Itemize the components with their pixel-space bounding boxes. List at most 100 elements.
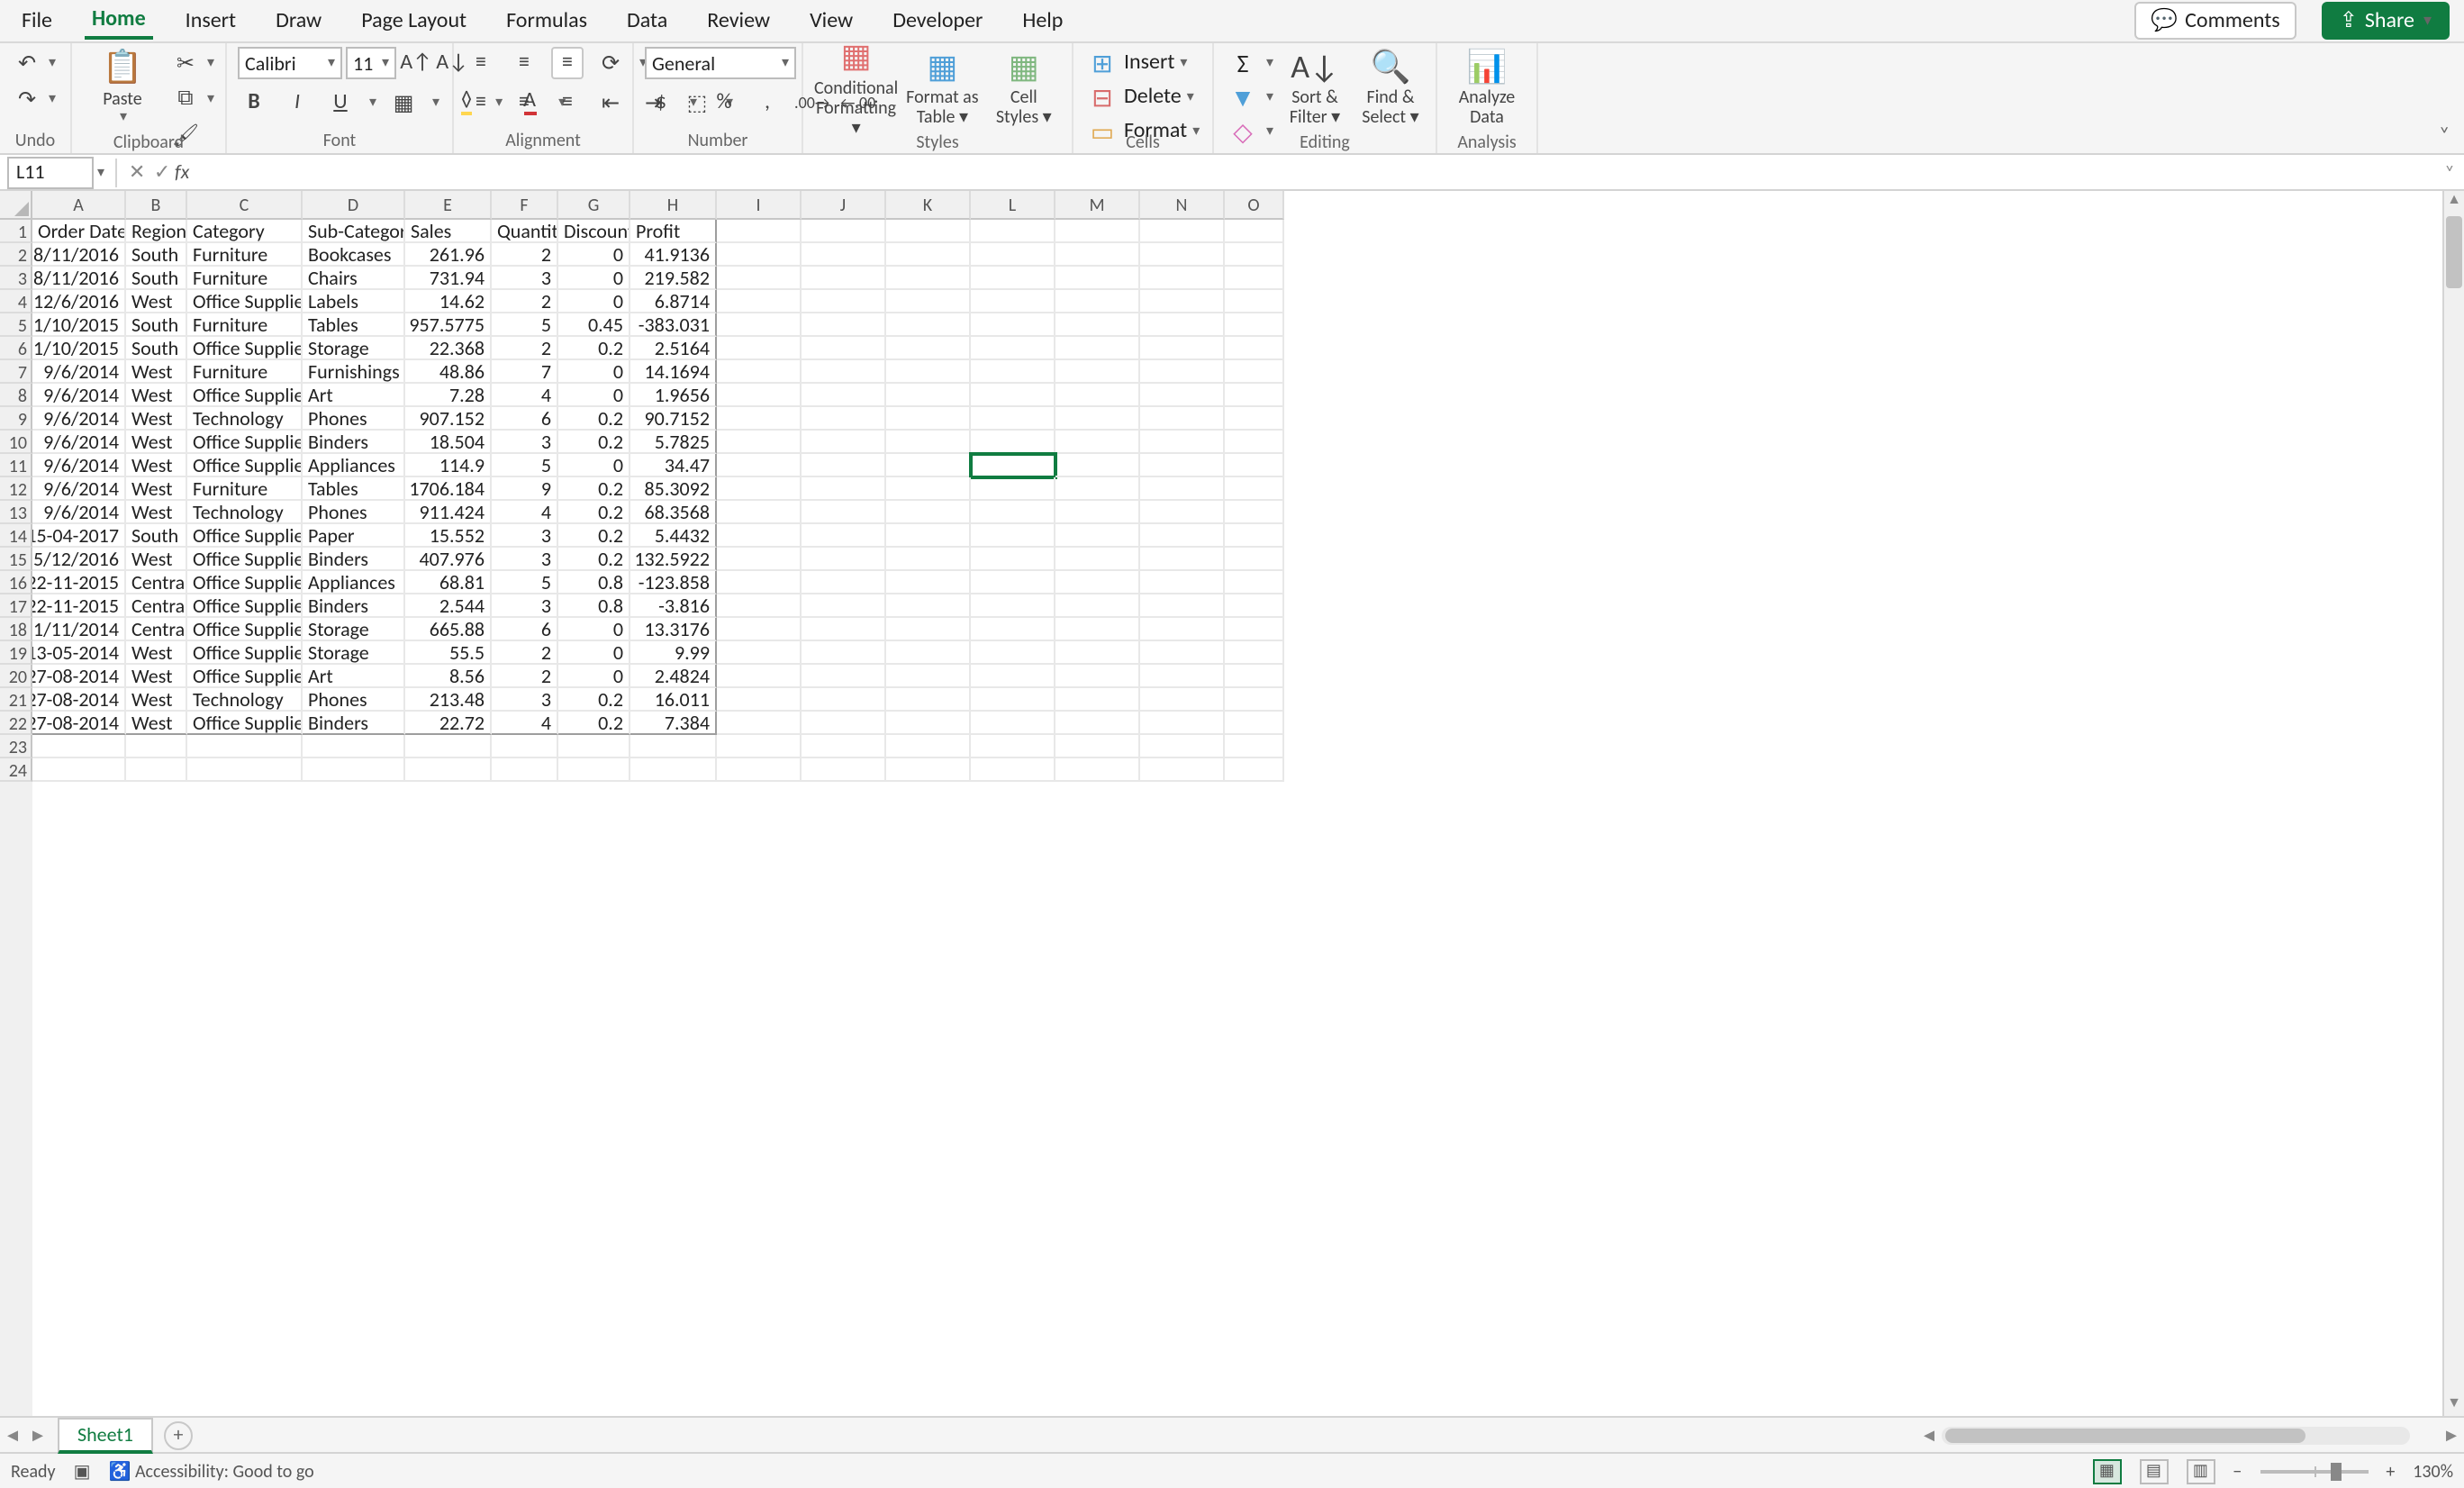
row-header-14[interactable]: 14 <box>0 524 32 548</box>
cell-O10[interactable] <box>1225 431 1284 454</box>
cell-B21[interactable]: West <box>126 688 187 712</box>
undo-button[interactable]: ↶ <box>11 47 43 79</box>
cell-F21[interactable]: 3 <box>492 688 558 712</box>
cell-O7[interactable] <box>1225 360 1284 384</box>
cell-C19[interactable]: Office Supplies <box>187 641 303 665</box>
cell-F8[interactable]: 4 <box>492 384 558 407</box>
cell-M24[interactable] <box>1055 758 1140 782</box>
cell-M12[interactable] <box>1055 477 1140 501</box>
cell-B6[interactable]: South <box>126 337 187 360</box>
cell-H8[interactable]: 1.9656 <box>630 384 717 407</box>
row-header-3[interactable]: 3 <box>0 267 32 290</box>
cell-F10[interactable]: 3 <box>492 431 558 454</box>
cell-B4[interactable]: West <box>126 290 187 313</box>
grid-cells[interactable]: Order DateRegionCategorySub-CategorySale… <box>32 220 1284 1416</box>
page-break-view-button[interactable]: ▥ <box>2186 1458 2215 1483</box>
cell-E5[interactable]: 957.5775 <box>405 313 492 337</box>
cell-L3[interactable] <box>971 267 1055 290</box>
cell-C17[interactable]: Office Supplies <box>187 594 303 618</box>
cell-L17[interactable] <box>971 594 1055 618</box>
cell-E2[interactable]: 261.96 <box>405 243 492 267</box>
cell-J11[interactable] <box>802 454 886 477</box>
row-header-16[interactable]: 16 <box>0 571 32 594</box>
cell-A5[interactable]: 11/10/2015 <box>32 313 126 337</box>
cell-F16[interactable]: 5 <box>492 571 558 594</box>
select-all-corner[interactable] <box>0 191 32 220</box>
cell-G24[interactable] <box>558 758 630 782</box>
cell-G3[interactable]: 0 <box>558 267 630 290</box>
row-header-5[interactable]: 5 <box>0 313 32 337</box>
cell-I24[interactable] <box>717 758 802 782</box>
cell-L1[interactable] <box>971 220 1055 243</box>
cell-I23[interactable] <box>717 735 802 758</box>
cell-H22[interactable]: 7.384 <box>630 712 717 735</box>
cell-N2[interactable] <box>1140 243 1225 267</box>
cell-B1[interactable]: Region <box>126 220 187 243</box>
cell-C12[interactable]: Furniture <box>187 477 303 501</box>
cell-O13[interactable] <box>1225 501 1284 524</box>
cell-E15[interactable]: 407.976 <box>405 548 492 571</box>
cell-F11[interactable]: 5 <box>492 454 558 477</box>
enter-formula-button[interactable]: ✓ <box>149 160 175 184</box>
cell-H3[interactable]: 219.582 <box>630 267 717 290</box>
cell-A20[interactable]: 27-08-2014 <box>32 665 126 688</box>
cell-M18[interactable] <box>1055 618 1140 641</box>
align-middle-button[interactable]: ≡ <box>508 47 540 79</box>
cell-A15[interactable]: 5/12/2016 <box>32 548 126 571</box>
col-header-O[interactable]: O <box>1225 191 1284 220</box>
cell-O16[interactable] <box>1225 571 1284 594</box>
accessibility-status[interactable]: ♿ Accessibility: Good to go <box>109 1459 314 1483</box>
menu-page-layout[interactable]: Page Layout <box>354 5 474 37</box>
cell-F24[interactable] <box>492 758 558 782</box>
cell-D8[interactable]: Art <box>303 384 405 407</box>
menu-formulas[interactable]: Formulas <box>499 5 594 37</box>
horizontal-scrollbar[interactable] <box>1942 1426 2410 1444</box>
cell-A8[interactable]: 9/6/2014 <box>32 384 126 407</box>
cell-C24[interactable] <box>187 758 303 782</box>
cell-G8[interactable]: 0 <box>558 384 630 407</box>
copy-button[interactable]: ⧉ <box>169 83 202 115</box>
cell-M22[interactable] <box>1055 712 1140 735</box>
cell-E21[interactable]: 213.48 <box>405 688 492 712</box>
cell-H14[interactable]: 5.4432 <box>630 524 717 548</box>
cell-O8[interactable] <box>1225 384 1284 407</box>
cell-N5[interactable] <box>1140 313 1225 337</box>
cell-H19[interactable]: 9.99 <box>630 641 717 665</box>
cell-E11[interactable]: 114.9 <box>405 454 492 477</box>
cell-N9[interactable] <box>1140 407 1225 431</box>
cell-C14[interactable]: Office Supplies <box>187 524 303 548</box>
cell-E10[interactable]: 18.504 <box>405 431 492 454</box>
cell-I8[interactable] <box>717 384 802 407</box>
cell-I1[interactable] <box>717 220 802 243</box>
cell-D7[interactable]: Furnishings <box>303 360 405 384</box>
col-header-B[interactable]: B <box>126 191 187 220</box>
comma-button[interactable]: , <box>751 86 784 119</box>
formula-input[interactable] <box>196 156 2435 188</box>
cell-B17[interactable]: Central <box>126 594 187 618</box>
cell-E23[interactable] <box>405 735 492 758</box>
find-select-button[interactable]: 🔍Find &Select ▾ <box>1356 47 1425 130</box>
cell-N21[interactable] <box>1140 688 1225 712</box>
cell-A10[interactable]: 9/6/2014 <box>32 431 126 454</box>
col-header-M[interactable]: M <box>1055 191 1140 220</box>
cell-L21[interactable] <box>971 688 1055 712</box>
cell-N17[interactable] <box>1140 594 1225 618</box>
cell-D6[interactable]: Storage <box>303 337 405 360</box>
cell-F13[interactable]: 4 <box>492 501 558 524</box>
orientation-button[interactable]: ⟳ <box>594 47 627 79</box>
cell-I9[interactable] <box>717 407 802 431</box>
cell-L13[interactable] <box>971 501 1055 524</box>
cell-M10[interactable] <box>1055 431 1140 454</box>
cell-A4[interactable]: 12/6/2016 <box>32 290 126 313</box>
cell-B10[interactable]: West <box>126 431 187 454</box>
cell-K4[interactable] <box>886 290 971 313</box>
cell-K10[interactable] <box>886 431 971 454</box>
bold-button[interactable]: B <box>238 86 270 119</box>
cell-A9[interactable]: 9/6/2014 <box>32 407 126 431</box>
collapse-ribbon-icon[interactable]: ˅ <box>2439 122 2450 146</box>
page-layout-view-button[interactable]: ▤ <box>2139 1458 2168 1483</box>
cell-I6[interactable] <box>717 337 802 360</box>
cell-D22[interactable]: Binders <box>303 712 405 735</box>
cell-K8[interactable] <box>886 384 971 407</box>
cell-A12[interactable]: 9/6/2014 <box>32 477 126 501</box>
